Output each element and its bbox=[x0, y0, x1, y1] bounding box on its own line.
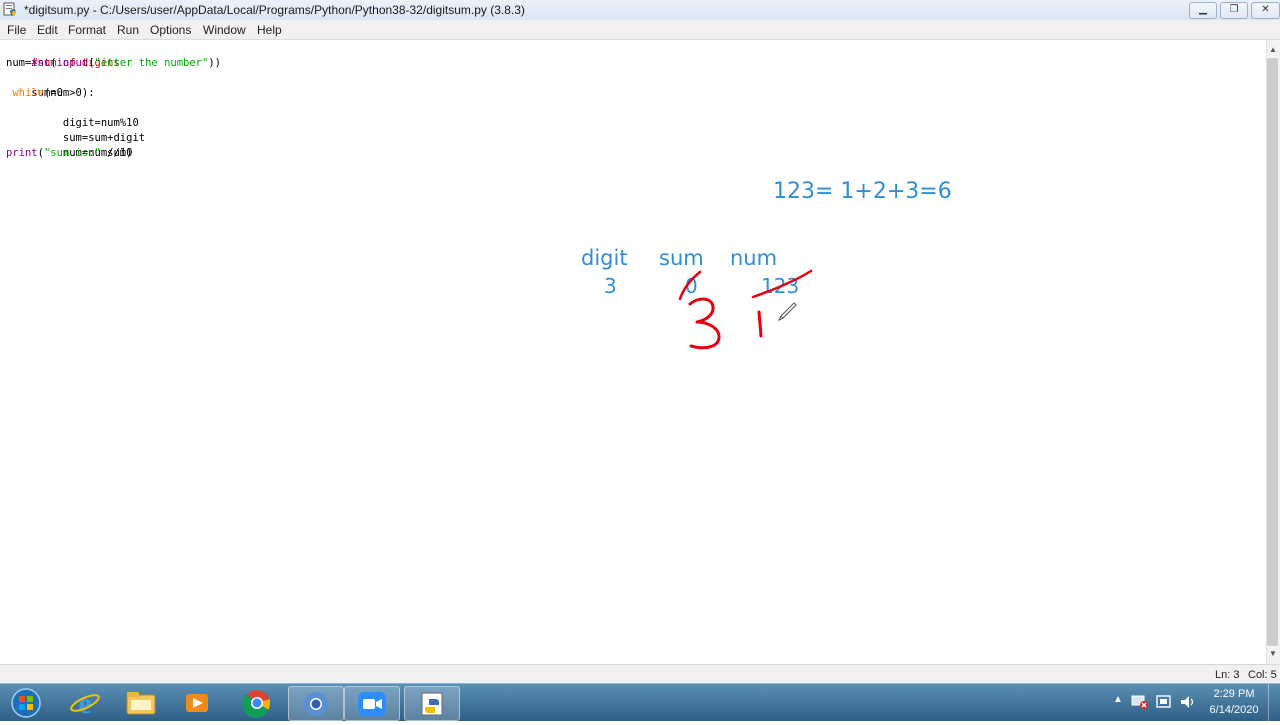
close-icon: ✕ bbox=[1261, 4, 1270, 15]
tray-clock-time[interactable]: 2:29 PM bbox=[1204, 688, 1264, 700]
scroll-thumb[interactable] bbox=[1267, 58, 1278, 646]
menu-help[interactable]: Help bbox=[257, 23, 282, 37]
taskbar-media-player[interactable] bbox=[170, 686, 224, 719]
taskbar-chrome[interactable] bbox=[230, 686, 284, 719]
start-orb-icon bbox=[11, 688, 41, 718]
network-warning-icon[interactable] bbox=[1131, 694, 1149, 710]
minimize-button[interactable]: ▁ bbox=[1189, 2, 1217, 19]
chrome-icon bbox=[242, 690, 271, 718]
volume-icon[interactable] bbox=[1179, 694, 1197, 710]
code-line-4: while(num>0): bbox=[6, 86, 95, 101]
menu-file[interactable]: File bbox=[7, 23, 26, 37]
menu-window[interactable]: Window bbox=[203, 23, 246, 37]
taskbar-zoom[interactable] bbox=[344, 686, 400, 721]
annotation-val-digit: 3 bbox=[604, 274, 617, 298]
code-keyword: while bbox=[12, 87, 44, 99]
tray-clock-date[interactable]: 6/14/2020 bbox=[1204, 704, 1264, 716]
code-line-1: #sum of digits bbox=[6, 41, 120, 69]
show-desktop-button[interactable] bbox=[1268, 684, 1280, 721]
media-player-icon bbox=[186, 694, 208, 712]
window-title: *digitsum.py - C:/Users/user/AppData/Loc… bbox=[24, 3, 525, 17]
menu-bar: File Edit Format Run Options Window Help bbox=[0, 20, 1280, 40]
code-builtin: int bbox=[31, 57, 51, 69]
code-line-6: sum=sum+digit bbox=[6, 116, 145, 144]
idle-app-icon bbox=[3, 2, 16, 16]
chrome-alt-icon bbox=[304, 692, 328, 716]
annotation-val-sum: 0 bbox=[685, 274, 698, 298]
code-line-5: digit=num%10 bbox=[6, 101, 139, 129]
maximize-button[interactable]: ❐ bbox=[1220, 2, 1248, 19]
menu-format[interactable]: Format bbox=[68, 23, 106, 37]
code-string: "enter the number" bbox=[94, 57, 209, 69]
tray-expand-icon[interactable]: ▲ bbox=[1113, 694, 1123, 705]
minimize-icon: ▁ bbox=[1199, 4, 1207, 15]
annotation-col-num: num bbox=[730, 246, 778, 270]
maximize-icon: ❐ bbox=[1229, 4, 1239, 15]
file-explorer-icon bbox=[126, 692, 156, 715]
action-center-icon[interactable] bbox=[1155, 694, 1173, 710]
code-line-7: num=num//10 bbox=[6, 131, 133, 159]
taskbar-chrome-alt[interactable] bbox=[288, 686, 344, 721]
taskbar: e ▲ 2:29 PM 6/14/2020 bbox=[0, 683, 1280, 721]
code-line-3: sum=0 bbox=[6, 71, 63, 99]
annotation-col-sum: sum bbox=[659, 246, 704, 270]
menu-run[interactable]: Run bbox=[117, 23, 139, 37]
taskbar-internet-explorer[interactable]: e bbox=[58, 686, 112, 720]
annotation-val-num: 123 bbox=[761, 274, 800, 298]
code-token: sum) bbox=[100, 147, 133, 159]
status-line: Ln: 3 bbox=[1215, 669, 1240, 681]
code-builtin: input bbox=[56, 57, 89, 69]
menu-options[interactable]: Options bbox=[150, 23, 191, 37]
code-editor[interactable]: #sum of digits num=int(input("enter the … bbox=[0, 40, 1266, 664]
code-line-8: print("sum is:" sum) bbox=[6, 146, 132, 161]
status-col: Col: 5 bbox=[1248, 669, 1277, 681]
scroll-up-arrow-icon[interactable]: ▲ bbox=[1267, 42, 1279, 58]
taskbar-python-idle[interactable] bbox=[404, 686, 460, 721]
code-builtin: print bbox=[6, 147, 38, 159]
close-button[interactable]: ✕ bbox=[1251, 2, 1280, 19]
menu-edit[interactable]: Edit bbox=[37, 23, 58, 37]
zoom-icon bbox=[358, 692, 386, 716]
title-bar: *digitsum.py - C:/Users/user/AppData/Loc… bbox=[0, 0, 1280, 21]
code-string: "sum is:" bbox=[43, 147, 101, 159]
code-token: )) bbox=[208, 57, 221, 69]
code-token: num= bbox=[6, 57, 32, 69]
status-bar: Ln: 3 Col: 5 bbox=[0, 664, 1280, 684]
python-idle-icon bbox=[421, 692, 443, 716]
svg-text:e: e bbox=[78, 687, 91, 719]
start-button[interactable] bbox=[0, 686, 52, 719]
scroll-down-arrow-icon[interactable]: ▼ bbox=[1267, 646, 1279, 662]
annotation-equation: 123= 1+2+3=6 bbox=[773, 179, 952, 204]
code-token: (num>0): bbox=[43, 87, 95, 99]
annotation-col-digit: digit bbox=[581, 246, 628, 270]
internet-explorer-icon: e bbox=[70, 687, 100, 720]
taskbar-file-explorer[interactable] bbox=[114, 686, 168, 719]
code-line-2: num=int(input("enter the number")) bbox=[6, 56, 221, 71]
